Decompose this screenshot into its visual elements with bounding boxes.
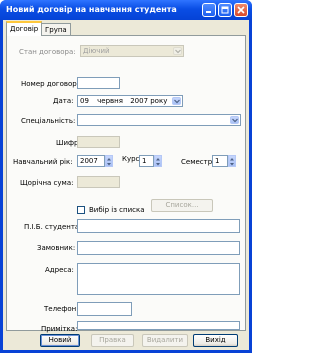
pick-from-list-label[interactable]: Вибір із списка <box>89 206 145 214</box>
tab-contract[interactable]: Договір <box>6 21 43 36</box>
phone-input[interactable] <box>77 302 132 316</box>
new-button[interactable]: Новий <box>40 334 80 347</box>
spin-arrows-icon <box>107 158 111 166</box>
specialty-select[interactable] <box>77 114 241 126</box>
status-select: Діючий <box>80 45 184 57</box>
contract-number-label: Номер договора: <box>21 80 84 88</box>
spin-arrows-icon <box>156 158 160 166</box>
pick-from-list-checkbox[interactable] <box>77 206 85 214</box>
tab-panel-contract: Стан договора: Діючий Номер договора: Да… <box>6 35 246 333</box>
date-picker[interactable]: 09 червня 2007 року <box>77 95 183 107</box>
close-icon <box>237 6 245 14</box>
phone-label: Телефон: <box>44 305 79 313</box>
annual-sum-field <box>77 176 120 188</box>
semester-input[interactable]: 1 <box>212 155 228 167</box>
student-name-label: П.І.Б. студента: <box>24 223 82 231</box>
course-label: Курс <box>122 155 140 163</box>
minimize-button[interactable] <box>202 3 216 17</box>
course-input[interactable]: 1 <box>139 155 154 167</box>
dialog-body: Договір Група Стан договора: Діючий Номе… <box>3 20 249 350</box>
status-dropdown-button <box>173 47 182 55</box>
chevron-down-icon <box>175 49 181 54</box>
academic-year-label: Навчальний рік: <box>13 158 73 166</box>
course-spinner[interactable] <box>154 155 162 167</box>
edit-button: Правка <box>91 334 134 347</box>
window-title: Новий договір на навчання студента <box>6 5 177 14</box>
semester-spinner[interactable] <box>228 155 236 167</box>
contract-number-input[interactable] <box>77 77 120 89</box>
exit-button[interactable]: Вихід <box>193 334 238 347</box>
code-field <box>77 136 120 148</box>
dialog-window: Новий договір на навчання студента Догов… <box>0 0 252 353</box>
date-label: Дата: <box>53 97 74 105</box>
date-day: 09 <box>80 97 89 105</box>
note-label: Примітка: <box>41 325 78 333</box>
date-dropdown-button[interactable] <box>172 97 181 105</box>
status-value: Діючий <box>83 47 110 55</box>
address-input[interactable] <box>77 263 240 295</box>
specialty-label: Спеціальність: <box>21 117 76 125</box>
delete-button: Видалити <box>142 334 188 347</box>
maximize-button[interactable] <box>218 3 232 17</box>
address-label: Адреса: <box>45 266 74 274</box>
note-input[interactable] <box>77 321 240 330</box>
annual-sum-label: Щорічна сума: <box>20 179 74 187</box>
chevron-down-icon <box>232 118 238 123</box>
title-bar[interactable]: Новий договір на навчання студента <box>0 0 252 20</box>
customer-label: Замовник: <box>37 244 76 252</box>
spin-arrows-icon <box>230 158 234 166</box>
status-label: Стан договора: <box>19 48 76 56</box>
academic-year-input[interactable]: 2007 <box>77 155 105 167</box>
minimize-icon <box>206 11 211 13</box>
student-name-input[interactable] <box>77 219 240 233</box>
list-button: Список... <box>151 199 213 212</box>
date-month: червня <box>97 97 123 105</box>
semester-label: Семестр: <box>181 158 215 166</box>
maximize-icon <box>221 6 229 14</box>
customer-input[interactable] <box>77 241 240 255</box>
academic-year-spinner[interactable] <box>105 155 113 167</box>
date-year: 2007 року <box>130 97 168 105</box>
specialty-dropdown-button[interactable] <box>230 116 239 124</box>
chevron-down-icon <box>174 99 180 104</box>
close-button[interactable] <box>234 3 248 17</box>
